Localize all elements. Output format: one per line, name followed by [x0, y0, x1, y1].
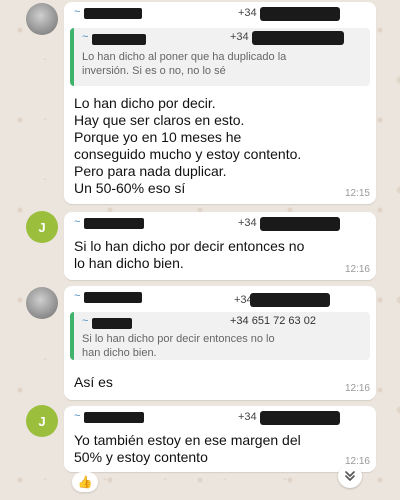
redacted-name	[92, 318, 132, 329]
redacted-phone	[260, 7, 340, 21]
sender-name[interactable]: ~	[74, 290, 80, 302]
quote-phone: +34	[230, 31, 249, 43]
thumbs-up-icon: 👍	[77, 475, 93, 489]
message-text: Yo también estoy en ese margen del 50% y…	[74, 432, 301, 465]
quote-text: Si lo han dicho por decir entonces no lo…	[82, 333, 275, 359]
quote-header: ~ +34	[82, 31, 366, 45]
sender-name[interactable]: ~	[74, 6, 80, 18]
message-time: 12:15	[344, 188, 370, 199]
quote-header: ~ +34 651 72 63 02	[82, 315, 366, 329]
message-bubble[interactable]: ~ +34 Si lo han dicho por decir entonces…	[64, 212, 376, 280]
sender-phone[interactable]: +34	[238, 411, 257, 423]
sender-name[interactable]: ~	[74, 216, 80, 228]
redacted-phone	[252, 31, 344, 45]
avatar[interactable]: J	[26, 211, 58, 243]
sender-phone[interactable]: +34	[238, 217, 257, 229]
message-text: Si lo han dicho por decir entonces no lo…	[74, 238, 305, 271]
avatar[interactable]	[26, 287, 58, 319]
double-chevron-down-icon	[345, 471, 355, 481]
message-bubble[interactable]: ~ +34 ~ +34 651 72 63 02 Si lo han dicho…	[64, 286, 376, 400]
quoted-message[interactable]: ~ +34 Lo han dicho al poner que ha dupli…	[70, 28, 370, 86]
redacted-name	[84, 292, 142, 303]
redacted-name	[92, 34, 146, 45]
avatar[interactable]: J	[26, 405, 58, 437]
message-bubble[interactable]: ~ +34 Yo también estoy en ese margen del…	[64, 406, 376, 472]
sender-phone[interactable]: +34	[238, 7, 257, 19]
message-header: ~ +34	[74, 410, 376, 426]
quote-text: Lo han dicho al poner que ha duplicado l…	[82, 51, 287, 77]
redacted-name	[84, 8, 142, 19]
redacted-name	[84, 412, 144, 423]
quote-sender-name: ~	[82, 31, 89, 43]
avatar[interactable]	[26, 3, 58, 35]
redacted-phone	[250, 293, 330, 307]
message-time: 12:16	[344, 383, 370, 394]
message-time: 12:16	[344, 264, 370, 275]
message-header: ~ +34	[74, 290, 376, 307]
thumbs-up-reaction[interactable]: 👍	[72, 472, 98, 492]
message-bubble[interactable]: ~ +34 ~ +34 Lo han dicho al poner que ha…	[64, 2, 376, 204]
redacted-phone	[260, 411, 340, 425]
message-text: Así es	[74, 374, 113, 390]
message-text: Lo han dicho por decir. Hay que ser clar…	[74, 95, 302, 196]
scroll-to-bottom-button[interactable]	[338, 464, 362, 488]
redacted-name	[84, 218, 144, 229]
message-header: ~ +34	[74, 6, 376, 22]
quoted-message[interactable]: ~ +34 651 72 63 02 Si lo han dicho por d…	[70, 312, 370, 360]
quote-sender-name: ~	[82, 315, 89, 327]
sender-name[interactable]: ~	[74, 410, 80, 422]
redacted-phone	[260, 217, 340, 231]
quote-phone: +34 651 72 63 02	[230, 315, 316, 327]
message-header: ~ +34	[74, 216, 376, 232]
